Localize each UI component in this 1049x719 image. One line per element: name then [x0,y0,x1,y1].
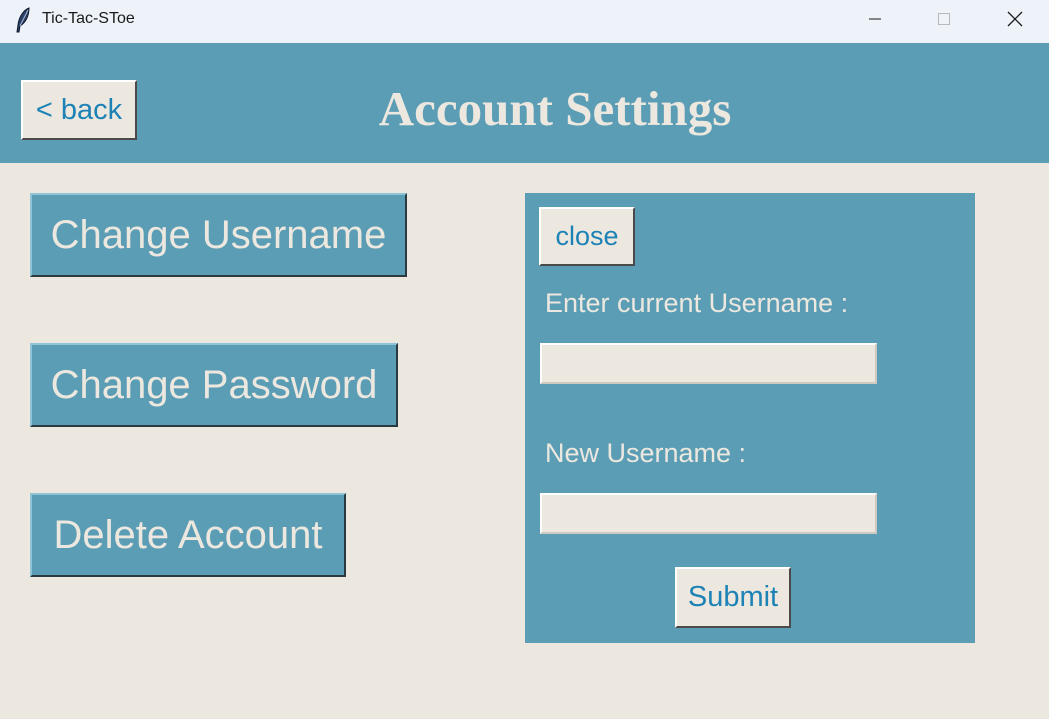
app-window: Tic-Tac-SToe < back Account Settings Cha… [0,0,1049,719]
minimize-button[interactable] [852,0,898,43]
header-bar: < back Account Settings [0,43,1049,163]
change-password-button[interactable]: Change Password [30,343,398,427]
minimize-icon [867,11,883,32]
close-window-button[interactable] [992,0,1038,43]
change-username-panel: close Enter current Username : New Usern… [525,193,975,643]
current-username-label: Enter current Username : [545,288,849,318]
submit-button[interactable]: Submit [675,567,791,628]
new-username-label: New Username : [545,438,747,468]
feather-icon [14,7,34,33]
window-title: Tic-Tac-SToe [42,10,135,27]
close-icon [1006,10,1024,33]
change-username-button[interactable]: Change Username [30,193,407,277]
current-username-input[interactable] [540,343,877,384]
maximize-button[interactable] [921,0,967,43]
maximize-icon [936,11,952,32]
page-title: Account Settings [378,81,732,136]
close-panel-button[interactable]: close [539,207,635,266]
delete-account-button[interactable]: Delete Account [30,493,346,577]
new-username-input[interactable] [540,493,877,534]
title-bar: Tic-Tac-SToe [0,0,1049,43]
back-button[interactable]: < back [21,80,137,140]
